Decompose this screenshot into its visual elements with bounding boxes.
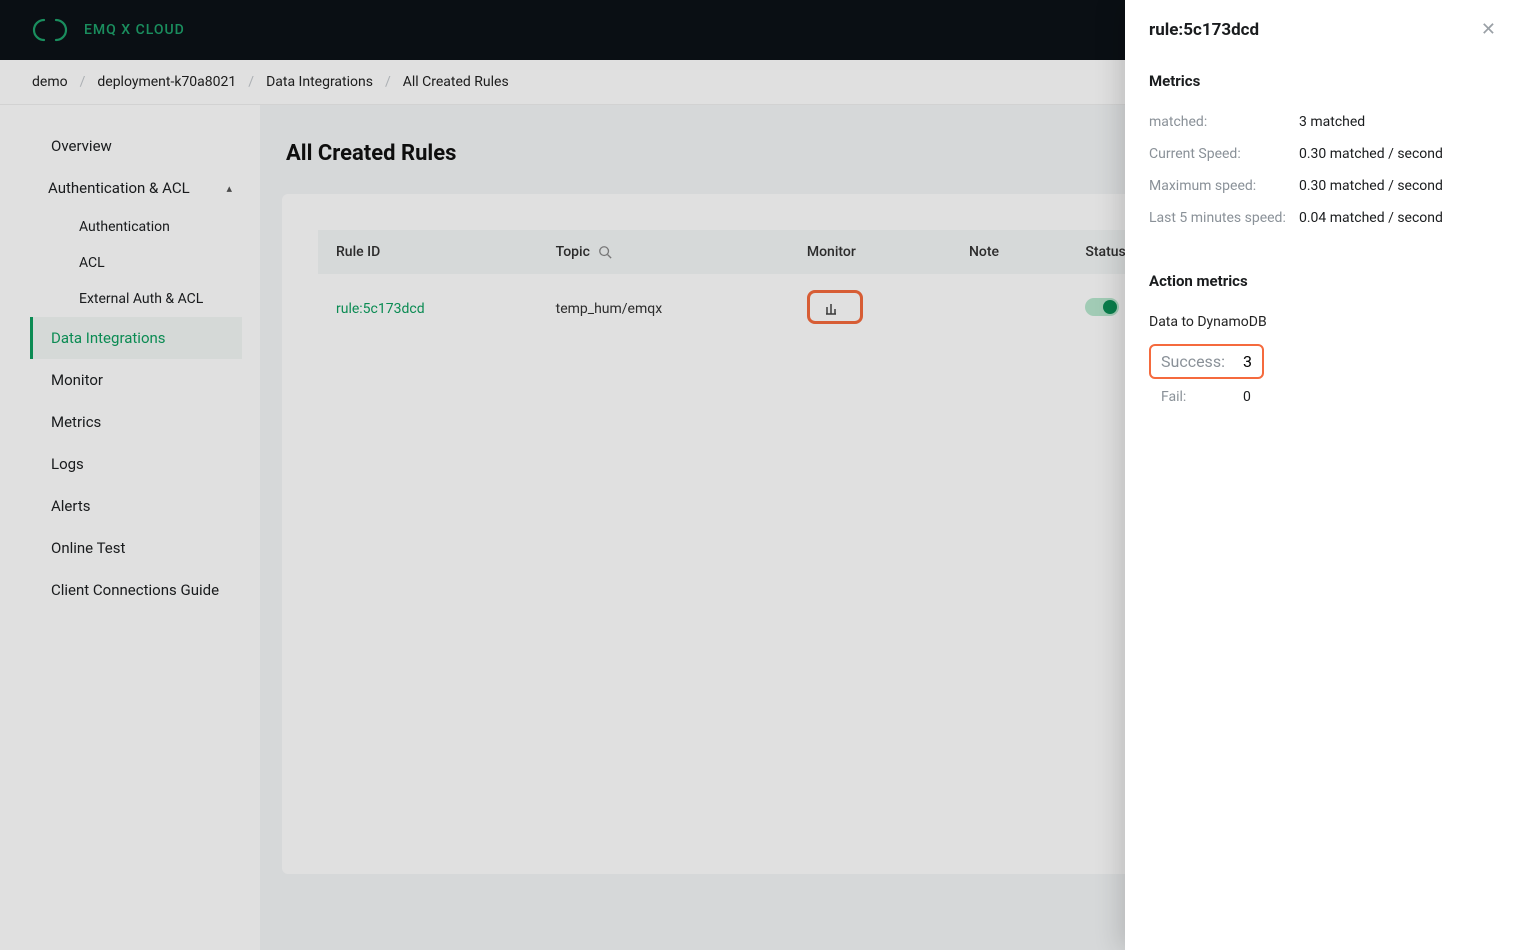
bar-chart-icon — [824, 301, 838, 315]
fail-value: 0 — [1243, 389, 1251, 405]
fail-label: Fail: — [1161, 389, 1223, 405]
action-metrics-heading: Action metrics — [1149, 272, 1496, 290]
sidebar-item-acl[interactable]: ACL — [58, 245, 242, 281]
sidebar-item-monitor[interactable]: Monitor — [30, 359, 242, 401]
success-value: 3 — [1243, 352, 1252, 371]
breadcrumb-sep: / — [80, 74, 86, 90]
sidebar-item-overview[interactable]: Overview — [30, 125, 242, 167]
col-monitor: Monitor — [789, 230, 951, 274]
sidebar-item-logs[interactable]: Logs — [30, 443, 242, 485]
crumb-data-integrations[interactable]: Data Integrations — [266, 74, 373, 90]
sidebar-item-online-test[interactable]: Online Test — [30, 527, 242, 569]
brand-logo[interactable]: EMQ X CLOUD — [32, 17, 185, 43]
search-icon — [598, 245, 612, 259]
crumb-deployment[interactable]: deployment-k70a8021 — [97, 74, 236, 90]
success-metric-highlight: Success: 3 — [1149, 344, 1264, 379]
sidebar-item-metrics[interactable]: Metrics — [30, 401, 242, 443]
status-toggle[interactable] — [1085, 298, 1119, 316]
drawer-title: rule:5c173dcd — [1149, 20, 1259, 40]
cell-rule-id[interactable]: rule:5c173dcd — [336, 301, 425, 317]
col-rule-id: Rule ID — [318, 230, 538, 274]
sidebar-item-external-auth[interactable]: External Auth & ACL — [58, 281, 242, 317]
metric-row-current-speed: Current Speed:0.30 matched / second — [1149, 138, 1496, 170]
chevron-up-icon: ▴ — [226, 182, 232, 195]
close-icon[interactable]: ✕ — [1481, 21, 1496, 39]
sidebar-item-ccg[interactable]: Client Connections Guide — [30, 569, 242, 611]
metrics-heading: Metrics — [1149, 72, 1496, 90]
sidebar-item-alerts[interactable]: Alerts — [30, 485, 242, 527]
breadcrumb-sep: / — [385, 74, 391, 90]
metric-row-max-speed: Maximum speed:0.30 matched / second — [1149, 170, 1496, 202]
sidebar: Overview Authentication & ACL ▴ Authenti… — [0, 105, 260, 950]
sidebar-item-authentication[interactable]: Authentication — [58, 209, 242, 245]
cell-topic: temp_hum/emqx — [538, 274, 789, 344]
metrics-drawer: rule:5c173dcd ✕ Metrics matched:3 matche… — [1125, 0, 1520, 950]
crumb-all-rules: All Created Rules — [403, 74, 509, 90]
breadcrumb-sep: / — [248, 74, 254, 90]
sidebar-group-auth-label: Authentication & ACL — [48, 179, 190, 197]
metric-row-5min-speed: Last 5 minutes speed:0.04 matched / seco… — [1149, 202, 1496, 234]
sidebar-group-auth[interactable]: Authentication & ACL ▴ — [30, 167, 242, 209]
sidebar-item-data-integrations[interactable]: Data Integrations — [30, 317, 242, 359]
col-note: Note — [951, 230, 1067, 274]
metric-row-matched: matched:3 matched — [1149, 106, 1496, 138]
fail-metric-row: Fail: 0 — [1149, 383, 1496, 411]
monitor-button[interactable] — [807, 290, 863, 324]
action-target: Data to DynamoDB — [1149, 314, 1496, 330]
success-label: Success: — [1161, 352, 1223, 371]
emqx-logo-icon — [32, 17, 72, 43]
cell-note — [951, 274, 1067, 344]
brand-text: EMQ X CLOUD — [84, 22, 185, 38]
col-topic[interactable]: Topic — [538, 230, 789, 274]
crumb-demo[interactable]: demo — [32, 74, 68, 90]
